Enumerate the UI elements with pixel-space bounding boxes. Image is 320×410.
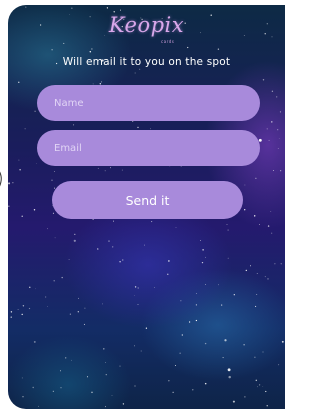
email-field[interactable] <box>37 130 260 166</box>
tagline: Will email it to you on the spot <box>62 56 231 68</box>
send-button[interactable]: Send it <box>52 181 243 219</box>
page: Keopix cards Will email it to you on the… <box>0 0 285 410</box>
form-card: Keopix cards Will email it to you on the… <box>8 5 285 409</box>
brand-logo: Keopix <box>108 13 185 37</box>
brand-logo-sub: cards <box>161 39 175 44</box>
name-field[interactable] <box>37 85 260 121</box>
